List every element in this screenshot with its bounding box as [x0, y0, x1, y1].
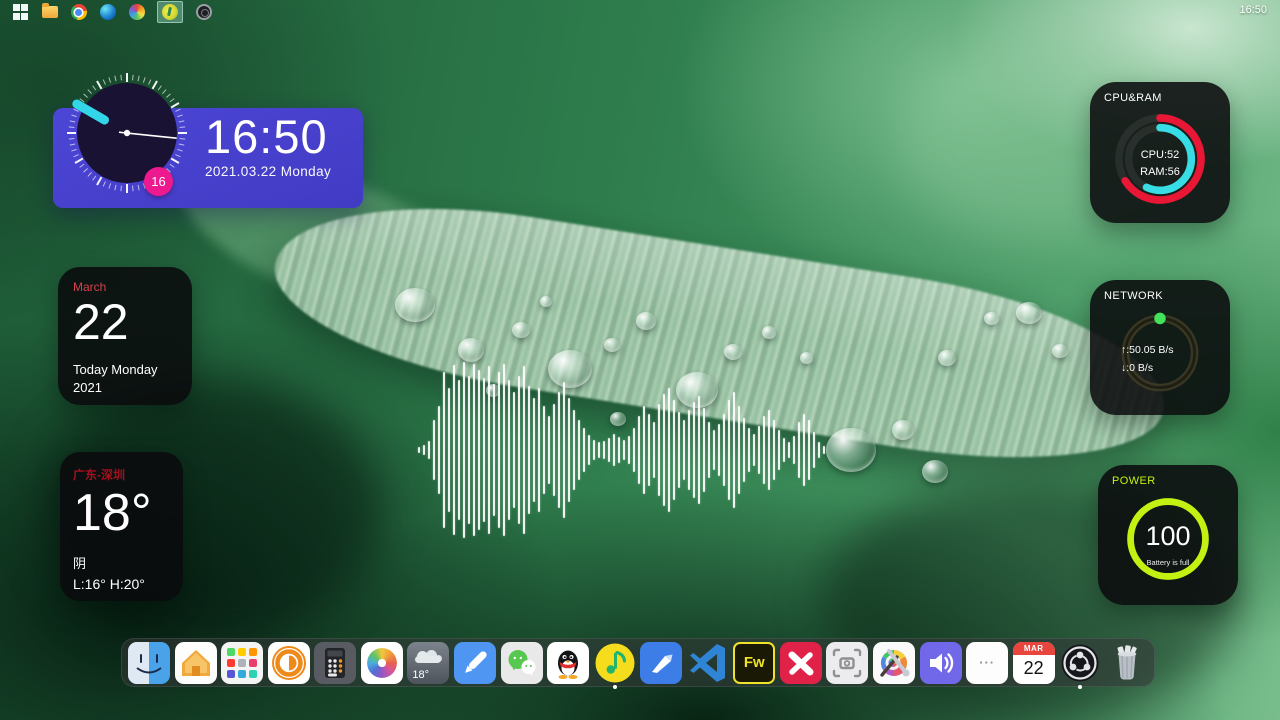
cpu-value: CPU:52 — [1140, 147, 1180, 164]
dock-screenshot[interactable] — [826, 642, 868, 684]
calendar-icon-month: MAR — [1013, 642, 1055, 655]
docs-pen-icon — [640, 642, 682, 684]
dock-qq[interactable] — [547, 642, 589, 684]
water-droplet — [938, 350, 956, 366]
file-explorer-icon[interactable] — [41, 4, 58, 21]
dock-calendar[interactable]: MAR 22 — [1013, 642, 1055, 684]
taskbar-clock: 16:50 — [1239, 4, 1267, 16]
digital-time: 16:50 — [205, 111, 331, 163]
dock-notes[interactable] — [454, 642, 496, 684]
network-widget[interactable]: NETWORK ↑:50.05 B/s ↓:0 B/s — [1090, 280, 1230, 415]
water-droplet — [540, 296, 552, 307]
water-droplet — [892, 420, 914, 440]
dock-volume[interactable] — [920, 642, 962, 684]
colors-app-icon[interactable] — [128, 4, 145, 21]
trash-icon — [1106, 642, 1148, 684]
qq-icon — [547, 642, 589, 684]
recorder-icon[interactable] — [195, 4, 212, 21]
water-droplet — [604, 338, 620, 352]
photos-icon — [361, 642, 403, 684]
cloud-icon — [414, 649, 442, 662]
water-droplet — [636, 312, 656, 330]
cpu-ram-widget[interactable]: CPU&RAM CPU:52 RAM:56 — [1090, 82, 1230, 223]
dock: 18° — [121, 638, 1155, 687]
calendar-icon-day: 22 — [1024, 655, 1044, 682]
start-icon[interactable] — [12, 4, 29, 21]
calendar-today-line: Today Monday — [73, 362, 192, 377]
dock-wechat[interactable] — [501, 642, 543, 684]
dock-qq-music[interactable] — [594, 642, 636, 684]
media-disc-icon — [268, 642, 310, 684]
active-widget-app-icon[interactable] — [157, 1, 183, 23]
weather-icon: 18° — [407, 642, 449, 684]
weather-range: L:16° H:20° — [73, 576, 183, 592]
running-indicator — [1078, 685, 1082, 689]
calendar-year-line: 2021 — [73, 380, 192, 395]
water-droplet — [762, 326, 776, 339]
fireworks-label: Fw — [744, 654, 765, 671]
volume-icon — [920, 642, 962, 684]
weather-condition: 阴 — [73, 553, 183, 572]
calendar-month: March — [73, 280, 192, 294]
calculator-icon — [314, 642, 356, 684]
dock-fireworks[interactable]: Fw — [733, 642, 775, 684]
hour-badge: 16 — [144, 167, 173, 196]
dock-docs-pen[interactable] — [640, 642, 682, 684]
home-icon — [175, 642, 217, 684]
weather-icon-temp: 18° — [412, 669, 429, 681]
dock-obs[interactable] — [1059, 642, 1101, 684]
dock-photos[interactable] — [361, 642, 403, 684]
ram-value: RAM:56 — [1140, 164, 1180, 181]
taskbar: 16:50 — [0, 0, 1280, 24]
dock-trash[interactable] — [1106, 642, 1148, 684]
network-download: ↓:0 B/s — [1121, 360, 1199, 378]
finder-icon — [128, 642, 170, 684]
dock-calculator[interactable] — [314, 642, 356, 684]
dock-home[interactable] — [175, 642, 217, 684]
clock-center-dot — [124, 130, 130, 136]
weather-widget[interactable]: 广东-深圳 18° 阴 L:16° H:20° — [60, 452, 183, 601]
chrome-icon[interactable] — [70, 4, 87, 21]
network-upload: ↑:50.05 B/s — [1121, 342, 1199, 360]
calendar-day: 22 — [73, 296, 192, 349]
screenshot-icon — [826, 642, 868, 684]
dock-finder[interactable] — [128, 642, 170, 684]
calendar-icon: MAR 22 — [1013, 642, 1055, 684]
dock-more[interactable]: ··· — [966, 642, 1008, 684]
qq-music-icon — [594, 642, 636, 684]
weather-location: 广东-深圳 — [73, 466, 183, 483]
water-droplet — [984, 312, 999, 325]
dock-toolbox[interactable] — [873, 642, 915, 684]
calendar-widget[interactable]: March 22 Today Monday 2021 — [58, 267, 192, 405]
dock-vscode[interactable] — [687, 642, 729, 684]
toolbox-icon — [873, 642, 915, 684]
dock-weather[interactable]: 18° — [407, 642, 449, 684]
more-dots: ··· — [979, 655, 995, 670]
edge-icon[interactable] — [99, 4, 116, 21]
water-droplet — [922, 460, 948, 483]
power-status: Battery is full — [1145, 557, 1190, 568]
running-indicator — [613, 685, 617, 689]
dock-xmind[interactable] — [780, 642, 822, 684]
xmind-icon — [780, 642, 822, 684]
vscode-icon — [687, 642, 729, 684]
weather-temperature: 18° — [73, 486, 183, 541]
more-icon: ··· — [966, 642, 1008, 684]
audio-visualizer — [418, 357, 832, 543]
launchpad-icon — [221, 642, 263, 684]
water-droplet — [1016, 302, 1042, 324]
dock-media-disc[interactable] — [268, 642, 310, 684]
power-widget[interactable]: POWER 100 Battery is full — [1098, 465, 1238, 605]
wechat-icon — [501, 642, 543, 684]
obs-icon — [1059, 642, 1101, 684]
power-value: 100 — [1145, 516, 1190, 557]
water-droplet — [826, 428, 876, 472]
notes-pencil-icon — [454, 642, 496, 684]
water-droplet — [512, 322, 530, 338]
water-droplet — [1052, 344, 1068, 358]
digital-date: 2021.03.22 Monday — [205, 164, 331, 179]
fireworks-icon: Fw — [733, 642, 775, 684]
water-droplet — [395, 288, 435, 322]
dock-launchpad[interactable] — [221, 642, 263, 684]
